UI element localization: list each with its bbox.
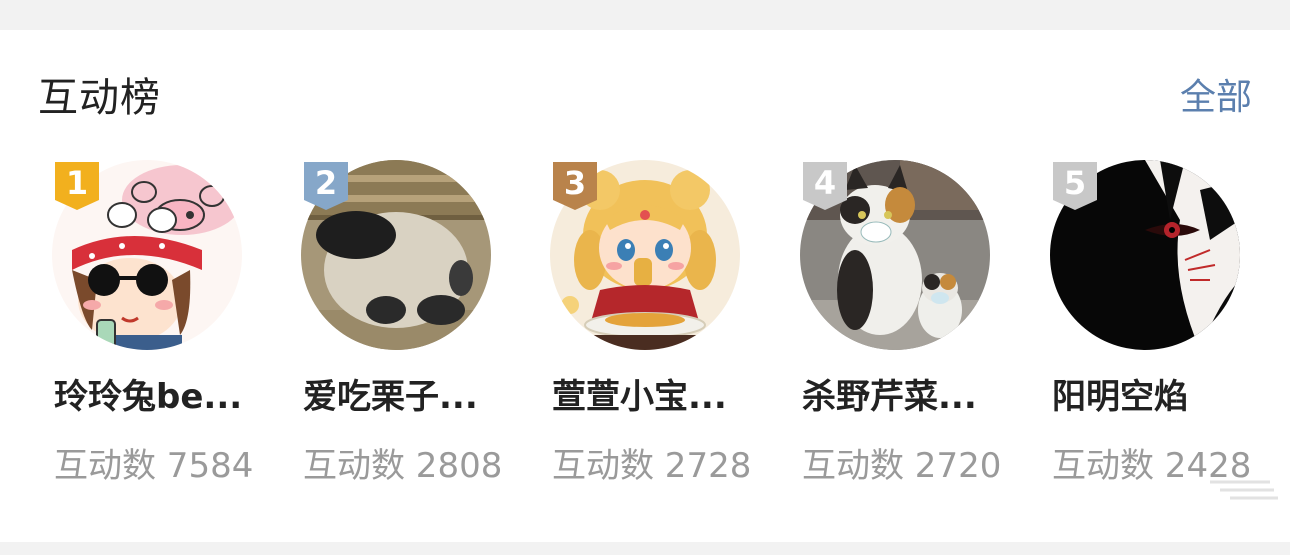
leaderboard-title: 互动榜 — [38, 75, 161, 121]
interaction-count: 互动数 2728 — [552, 446, 752, 486]
user-name[interactable]: 玲玲兔be... — [54, 375, 284, 419]
user-name[interactable]: 爱吃栗子... — [303, 375, 533, 419]
leaderboard-user-1[interactable]: 1 玲玲兔be... 互动数 7584 — [52, 160, 282, 500]
rank-number: 3 — [563, 164, 587, 202]
rank-badge: 1 — [53, 160, 101, 212]
interaction-count: 互动数 7584 — [54, 446, 254, 486]
rank-badge: 3 — [551, 160, 599, 212]
rank-badge: 4 — [801, 160, 849, 212]
rank-number: 4 — [813, 164, 837, 202]
rank-number: 2 — [314, 164, 338, 202]
rank-badge: 5 — [1051, 160, 1099, 212]
rank-number: 1 — [65, 164, 89, 202]
view-all-link[interactable]: 全部 — [1180, 76, 1252, 120]
user-name[interactable]: 萱萱小宝... — [552, 375, 782, 419]
rank-badge: 2 — [302, 160, 350, 212]
user-name[interactable]: 杀野芹菜... — [802, 375, 1032, 419]
interaction-count: 互动数 2808 — [303, 446, 503, 486]
interaction-count: 互动数 2720 — [802, 446, 1002, 486]
leaderboard-list: 1 玲玲兔be... 互动数 7584 2 爱吃栗子... 互动数 2808 3… — [0, 160, 1290, 500]
user-name[interactable]: 阳明空焰 — [1052, 375, 1282, 419]
rank-number: 5 — [1063, 164, 1087, 202]
leaderboard-user-2[interactable]: 2 爱吃栗子... 互动数 2808 — [301, 160, 531, 500]
interaction-leaderboard-card: 互动榜 全部 1 玲玲兔be... 互动数 7584 2 爱吃栗子... 互动数… — [0, 30, 1290, 542]
leaderboard-user-4[interactable]: 4 杀野芹菜... 互动数 2720 — [800, 160, 1030, 500]
leaderboard-user-3[interactable]: 3 萱萱小宝... 互动数 2728 — [550, 160, 780, 500]
leaderboard-user-5[interactable]: 5 阳明空焰 互动数 2428 — [1050, 160, 1280, 500]
decorative-corner-lines — [1210, 480, 1278, 500]
